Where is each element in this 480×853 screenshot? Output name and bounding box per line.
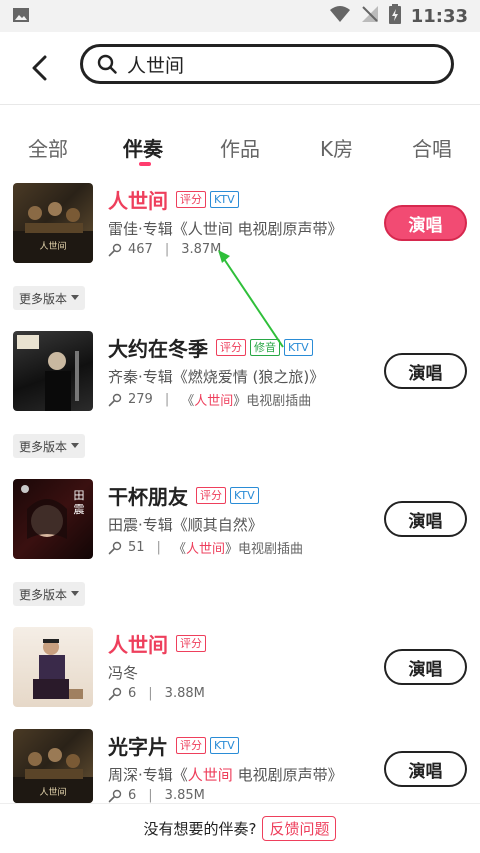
footer-text: 没有想要的伴奏? [143,820,257,838]
status-bar: 11:33 [0,0,480,32]
album-cover: 人世间 [13,729,93,803]
more-versions-label: 更多版本 [19,439,68,454]
search-input[interactable]: 人世间 [80,44,454,84]
ktv-tag: KTV [230,487,259,504]
caret-down-icon [71,443,80,448]
song-note: 《人世间》电视剧插曲 [172,542,303,557]
tab-accompaniment[interactable]: 伴奏 [123,133,163,162]
song-meta: 6 | 3.85M [108,788,205,803]
meta-separator: | [156,540,161,555]
score-tag: 评分 [176,737,206,754]
gallery-icon [12,7,32,25]
song-title: 人世间 [108,189,168,213]
sing-button[interactable]: 演唱 [384,501,467,537]
sing-button[interactable]: 演唱 [384,353,467,389]
meta-separator: | [164,392,170,407]
ktv-tag: KTV [210,737,239,754]
status-time: 11:33 [410,5,468,27]
album-cover [13,331,93,411]
svg-text:震: 震 [74,503,85,516]
song-title-line: 大约在冬季 评分 修音 KTV [108,333,313,362]
pitch-fix-tag: 修音 [250,339,280,356]
file-size: 3.87M [181,242,222,257]
song-subtitle: 齐秦·专辑《燃烧爱情 (狼之旅)》 [108,368,325,386]
more-versions-button[interactable]: 更多版本 [13,286,86,310]
song-title-line: 光字片 评分 KTV [108,731,239,760]
song-title-line: 人世间 评分 KTV [108,185,239,214]
song-subtitle: 周深·专辑《人世间 电视剧原声带》 [108,766,343,784]
search-header: 人世间 [0,32,480,104]
svg-text:人世间: 人世间 [39,240,66,252]
microphone-icon [108,789,122,802]
album-cover: 人世间 [13,183,93,263]
active-tab-indicator [139,162,151,166]
song-meta: 467 | 3.87M [108,242,221,257]
score-tag: 评分 [196,487,226,504]
song-subtitle: 雷佳·专辑《人世间 电视剧原声带》 [108,220,343,238]
play-count: 6 [128,686,137,701]
search-icon [97,54,117,74]
more-versions-label: 更多版本 [19,587,68,602]
back-arrow-icon [32,55,47,81]
ktv-tag: KTV [284,339,313,356]
sing-button[interactable]: 演唱 [384,751,467,787]
ktv-tag: KTV [210,191,239,208]
play-count: 51 [128,540,145,555]
song-subtitle: 田震·专辑《顺其自然》 [108,516,263,534]
category-tabs: 全部 伴奏 作品 K房 合唱 [0,105,480,183]
microphone-icon [108,687,122,700]
play-count: 467 [128,242,153,257]
score-tag: 评分 [216,339,246,356]
feedback-footer: 没有想要的伴奏? 反馈问题 [0,803,480,853]
microphone-icon [108,541,122,554]
search-query: 人世间 [127,54,185,77]
album-cover [13,627,93,707]
more-versions-label: 更多版本 [19,291,68,306]
song-meta: 51 | 《人世间》电视剧插曲 [108,538,303,557]
song-subtitle: 冯冬 [108,664,139,682]
svg-text:人世间: 人世间 [39,786,66,798]
song-title: 大约在冬季 [108,337,208,361]
caret-down-icon [71,295,80,300]
microphone-icon [108,243,122,256]
wifi-icon [329,5,351,27]
song-title-line: 人世间 评分 [108,629,206,658]
meta-separator: | [148,686,153,701]
score-tag: 评分 [176,191,206,208]
battery-icon [388,4,401,28]
svg-text:田: 田 [74,489,85,502]
meta-separator: | [164,242,170,257]
score-tag: 评分 [176,635,206,652]
song-title: 干杯朋友 [108,485,188,509]
sing-button[interactable]: 演唱 [384,205,467,241]
album-cover: 田震 [13,479,93,559]
meta-separator: | [148,788,153,803]
tab-works[interactable]: 作品 [220,133,260,162]
tab-chorus[interactable]: 合唱 [412,133,452,162]
feedback-button[interactable]: 反馈问题 [262,816,337,841]
song-meta: 6 | 3.88M [108,686,205,701]
song-title: 光字片 [108,735,168,759]
tab-kroom[interactable]: K房 [320,133,353,162]
song-note: 《人世间》电视剧插曲 [181,394,312,409]
more-versions-button[interactable]: 更多版本 [13,582,86,606]
song-title: 人世间 [108,633,168,657]
file-size: 3.85M [164,788,205,803]
file-size: 3.88M [164,686,205,701]
caret-down-icon [71,591,80,596]
microphone-icon [108,393,122,406]
play-count: 279 [128,392,153,407]
no-signal-icon [361,5,379,27]
tab-all[interactable]: 全部 [28,133,68,162]
sing-button[interactable]: 演唱 [384,649,467,685]
song-meta: 279 | 《人世间》电视剧插曲 [108,390,311,409]
back-button[interactable] [20,48,60,88]
play-count: 6 [128,788,137,803]
more-versions-button[interactable]: 更多版本 [13,434,86,458]
song-title-line: 干杯朋友 评分 KTV [108,481,259,510]
